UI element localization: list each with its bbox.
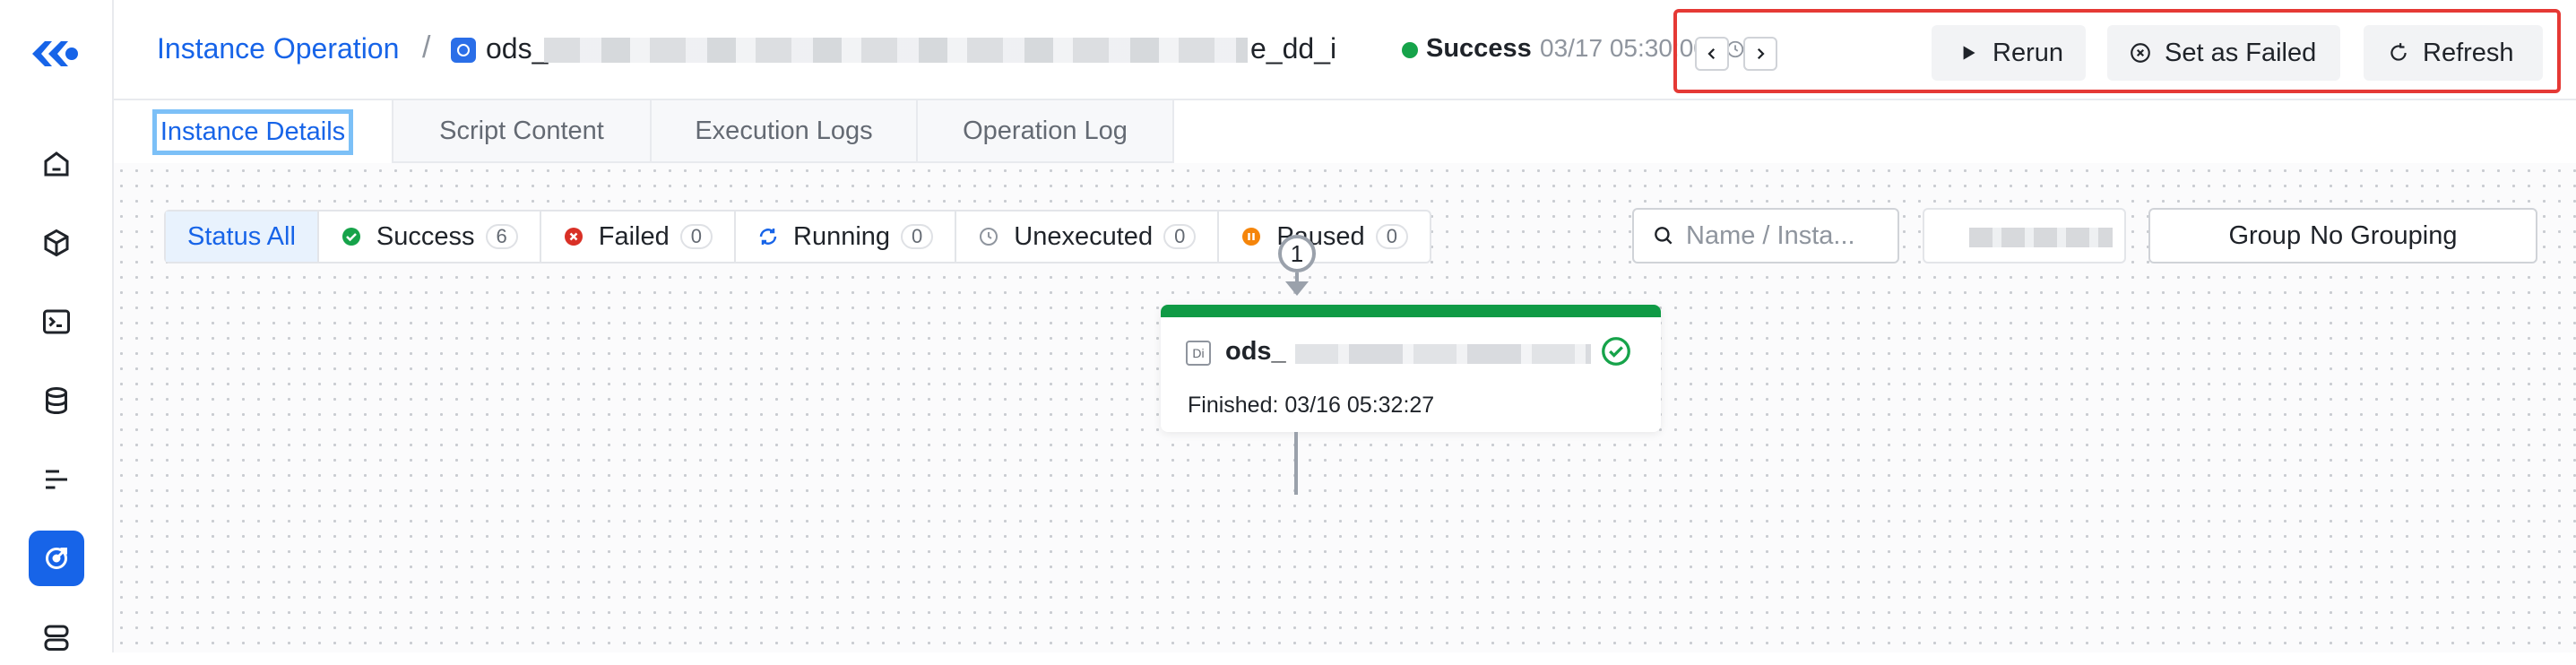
- prev-instance-button[interactable]: [1695, 37, 1729, 71]
- failed-x-icon: [563, 226, 584, 247]
- refresh-icon: [2387, 41, 2410, 65]
- tab-label: Execution Logs: [695, 117, 872, 146]
- task-name-redacted: [544, 38, 1248, 63]
- success-count: 6: [486, 224, 518, 249]
- close-circle-icon: [2129, 41, 2152, 65]
- tab-bar: Instance Details Script Content Executio…: [114, 100, 2576, 163]
- search-icon: [1652, 224, 1675, 247]
- filter-running[interactable]: Running 0: [736, 212, 956, 262]
- filter-paused[interactable]: Paused 0: [1219, 212, 1430, 262]
- sidebar-terminal-icon[interactable]: [29, 294, 84, 350]
- sidebar-operation-icon[interactable]: [29, 531, 84, 586]
- node-status-bar: [1161, 305, 1661, 317]
- breadcrumb-instance-operation[interactable]: Instance Operation: [157, 32, 399, 65]
- success-check-icon: [1600, 335, 1632, 367]
- dag-canvas[interactable]: Status All Success 6 Failed 0 Running 0 …: [114, 163, 2576, 652]
- tab-label: Instance Details: [152, 109, 353, 155]
- filter-success[interactable]: Success 6: [319, 212, 541, 262]
- node-name-prefix: ods_: [1225, 337, 1286, 367]
- edge-out: [1294, 432, 1298, 495]
- tab-execution-logs[interactable]: Execution Logs: [652, 100, 918, 163]
- tab-label: Operation Log: [963, 117, 1128, 146]
- owner-select[interactable]: [1923, 208, 2126, 263]
- rerun-button[interactable]: Rerun: [1932, 25, 2086, 81]
- sidebar-home-icon[interactable]: [29, 136, 84, 192]
- node-name-redacted: [1295, 344, 1591, 364]
- group-value: No Grouping: [2310, 221, 2457, 251]
- breadcrumb-separator: /: [422, 30, 430, 65]
- node-index-badge: 1: [1278, 235, 1316, 272]
- di-type-icon: Di: [1186, 341, 1211, 366]
- next-instance-button[interactable]: [1743, 37, 1777, 71]
- action-toolbar: Rerun Set as Failed Refresh: [1673, 9, 2561, 93]
- running-count: 0: [901, 224, 933, 249]
- chevron-left-icon: [1704, 46, 1720, 62]
- status-filter-bar: Status All Success 6 Failed 0 Running 0 …: [164, 210, 1431, 263]
- filter-failed[interactable]: Failed 0: [541, 212, 736, 262]
- tab-label: Script Content: [439, 117, 604, 146]
- search-input[interactable]: [1686, 221, 1874, 251]
- tab-script-content[interactable]: Script Content: [392, 100, 652, 163]
- owner-redacted: [1969, 228, 2113, 247]
- status-dot-icon: [1402, 42, 1418, 58]
- running-sync-icon: [757, 226, 779, 247]
- unexecuted-clock-icon: [978, 226, 999, 247]
- paused-icon: [1240, 226, 1262, 247]
- paused-count: 0: [1376, 224, 1408, 249]
- tab-operation-log[interactable]: Operation Log: [918, 100, 1174, 163]
- play-icon: [1957, 41, 1980, 65]
- filter-status-all[interactable]: Status All: [166, 212, 319, 262]
- sidebar-server-icon[interactable]: [29, 609, 84, 665]
- edge-arrow: [1285, 281, 1309, 296]
- search-field[interactable]: [1632, 208, 1899, 263]
- filter-unexecuted[interactable]: Unexecuted 0: [956, 212, 1219, 262]
- app-logo[interactable]: [29, 34, 82, 73]
- task-name-prefix: ods_: [486, 32, 548, 65]
- unexecuted-count: 0: [1163, 224, 1196, 249]
- success-check-icon: [341, 226, 362, 247]
- sidebar-database-icon[interactable]: [29, 373, 84, 428]
- group-label: Group: [2228, 221, 2301, 251]
- status-text: Success: [1426, 34, 1532, 64]
- task-name-suffix: e_dd_i: [1250, 32, 1336, 65]
- sidebar-gantt-icon[interactable]: [29, 452, 84, 507]
- set-as-failed-button[interactable]: Set as Failed: [2107, 25, 2340, 81]
- refresh-button[interactable]: Refresh: [2364, 25, 2543, 81]
- tab-instance-details[interactable]: Instance Details: [114, 100, 392, 163]
- failed-count: 0: [680, 224, 713, 249]
- task-node[interactable]: Di ods_ Finished: 03/16 05:32:27: [1161, 305, 1661, 432]
- task-type-icon: [451, 38, 476, 63]
- sidebar-cube-icon[interactable]: [29, 215, 84, 271]
- group-select[interactable]: Group No Grouping: [2148, 208, 2537, 263]
- chevron-right-icon: [1752, 46, 1768, 62]
- page-header: Instance Operation / ods_ e_dd_i Success…: [114, 0, 2576, 100]
- node-finished-time: Finished: 03/16 05:32:27: [1188, 393, 1434, 419]
- sidebar: [0, 0, 114, 652]
